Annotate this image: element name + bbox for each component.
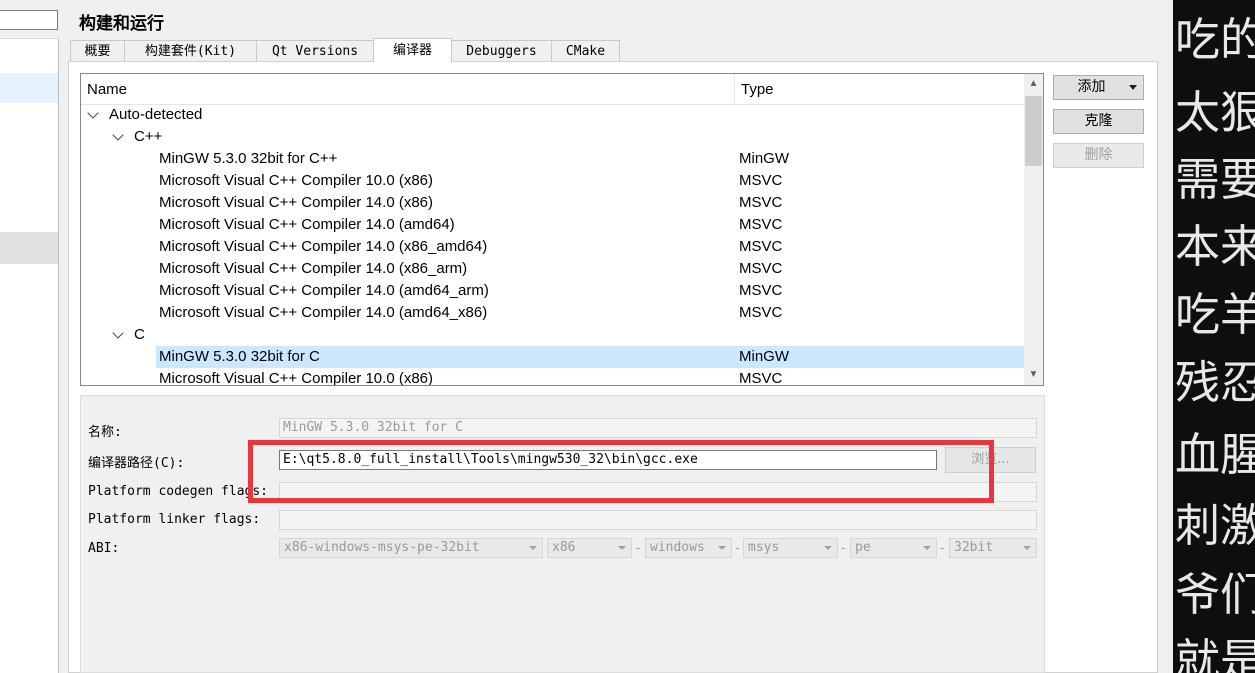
abi-os-select[interactable]: windows: [645, 538, 732, 558]
dropdown-arrow-icon: [618, 546, 626, 550]
remove-button[interactable]: 删除: [1053, 143, 1144, 168]
strip-text-line: 需要: [1175, 153, 1255, 206]
column-header-name[interactable]: Name: [87, 81, 127, 98]
tree-row[interactable]: Microsoft Visual C++ Compiler 10.0 (x86)…: [81, 170, 1024, 192]
platform-linker-flags-label: Platform linker flags:: [88, 512, 261, 527]
tab-debuggers[interactable]: Debuggers: [451, 40, 552, 61]
dropdown-arrow-icon: [718, 546, 726, 550]
tree-node-cpp[interactable]: C++: [81, 126, 1024, 148]
dropdown-arrow-icon: [824, 546, 832, 550]
tree-row[interactable]: Microsoft Visual C++ Compiler 14.0 (amd6…: [81, 302, 1024, 324]
sidebar-filter-input[interactable]: [0, 10, 58, 30]
abi-select[interactable]: x86-windows-msys-pe-32bit: [279, 538, 543, 558]
tree-row[interactable]: Microsoft Visual C++ Compiler 14.0 (x86_…: [81, 258, 1024, 280]
platform-codegen-flags-label: Platform codegen flags:: [88, 484, 269, 499]
name-label: 名称:: [88, 425, 122, 440]
tree-row[interactable]: MinGW 5.3.0 32bit for C++ MinGW: [81, 148, 1024, 170]
sidebar-item-selected[interactable]: [0, 73, 58, 103]
abi-separator: -: [636, 540, 641, 555]
column-divider[interactable]: [734, 74, 735, 104]
tree-node-c[interactable]: C: [81, 324, 1024, 346]
tree-node-auto-detected[interactable]: Auto-detected: [81, 104, 1024, 126]
abi-separator: -: [841, 540, 846, 555]
tab-overview[interactable]: 概要: [70, 40, 125, 61]
abi-label: ABI:: [88, 541, 120, 556]
tree-header: Name Type: [81, 74, 1025, 105]
background-window-strip: 吃的 太狠 需要 本来 吃羊 残忍 血腥 刺激 爷们 就是: [1173, 0, 1255, 673]
platform-linker-flags-field[interactable]: [279, 510, 1037, 530]
abi-separator: -: [940, 540, 945, 555]
tab-compilers[interactable]: 编译器: [373, 38, 452, 62]
strip-text-line: 就是: [1175, 634, 1255, 673]
abi-architecture-select[interactable]: x86: [547, 538, 632, 558]
add-button[interactable]: 添加: [1053, 75, 1144, 100]
tree-row[interactable]: Microsoft Visual C++ Compiler 14.0 (x86)…: [81, 192, 1024, 214]
annotation-highlight-box: [248, 440, 994, 503]
add-button-label: 添加: [1077, 79, 1106, 95]
scrollbar-thumb[interactable]: [1025, 96, 1042, 166]
compiler-tree[interactable]: Name Type Auto-detected C++ MinGW 5.3.0 …: [80, 73, 1044, 386]
strip-text-line: 吃的: [1175, 13, 1255, 66]
strip-text-line: 残忍: [1175, 356, 1255, 409]
abi-separator: -: [735, 540, 740, 555]
tree-row[interactable]: Microsoft Visual C++ Compiler 10.0 (x86)…: [81, 368, 1024, 385]
column-header-type[interactable]: Type: [741, 81, 774, 98]
abi-width-select[interactable]: 32bit: [949, 538, 1037, 558]
chevron-down-icon[interactable]: [112, 129, 124, 141]
scroll-up-arrow-icon[interactable]: ▲: [1024, 76, 1043, 92]
tree-row[interactable]: Microsoft Visual C++ Compiler 14.0 (amd6…: [81, 280, 1024, 302]
strip-text-line: 血腥: [1175, 428, 1255, 481]
dropdown-arrow-icon: [529, 546, 537, 550]
sidebar-item-hover[interactable]: [0, 232, 58, 264]
scroll-down-arrow-icon[interactable]: ▼: [1024, 367, 1043, 383]
page-title: 构建和运行: [79, 14, 164, 34]
tab-qt-versions[interactable]: Qt Versions: [256, 40, 374, 61]
sidebar-list: [0, 38, 59, 673]
dropdown-arrow-icon: [1023, 546, 1031, 550]
tab-cmake[interactable]: CMake: [551, 40, 620, 61]
tree-row[interactable]: Microsoft Visual C++ Compiler 14.0 (amd6…: [81, 214, 1024, 236]
strip-text-line: 本来: [1175, 220, 1255, 273]
strip-text-line: 爷们: [1175, 568, 1255, 621]
tree-row-selected[interactable]: MinGW 5.3.0 32bit for C MinGW: [156, 346, 1024, 368]
strip-text-line: 太狠: [1175, 86, 1255, 139]
clone-button[interactable]: 克隆: [1053, 109, 1144, 134]
strip-text-line: 吃羊: [1175, 288, 1255, 341]
name-field[interactable]: MinGW 5.3.0 32bit for C: [279, 418, 1037, 438]
chevron-down-icon[interactable]: [112, 327, 124, 339]
vertical-scrollbar[interactable]: ▲ ▼: [1024, 74, 1043, 385]
tab-kits[interactable]: 构建套件(Kit): [124, 40, 257, 61]
dropdown-arrow-icon: [1129, 85, 1137, 90]
abi-format-select[interactable]: pe: [850, 538, 937, 558]
chevron-down-icon[interactable]: [87, 107, 99, 119]
dropdown-arrow-icon: [923, 546, 931, 550]
tree-row[interactable]: Microsoft Visual C++ Compiler 14.0 (x86_…: [81, 236, 1024, 258]
strip-text-line: 刺激: [1175, 499, 1255, 552]
compiler-path-label: 编译器路径(C):: [88, 456, 185, 471]
abi-flavor-select[interactable]: msys: [743, 538, 838, 558]
